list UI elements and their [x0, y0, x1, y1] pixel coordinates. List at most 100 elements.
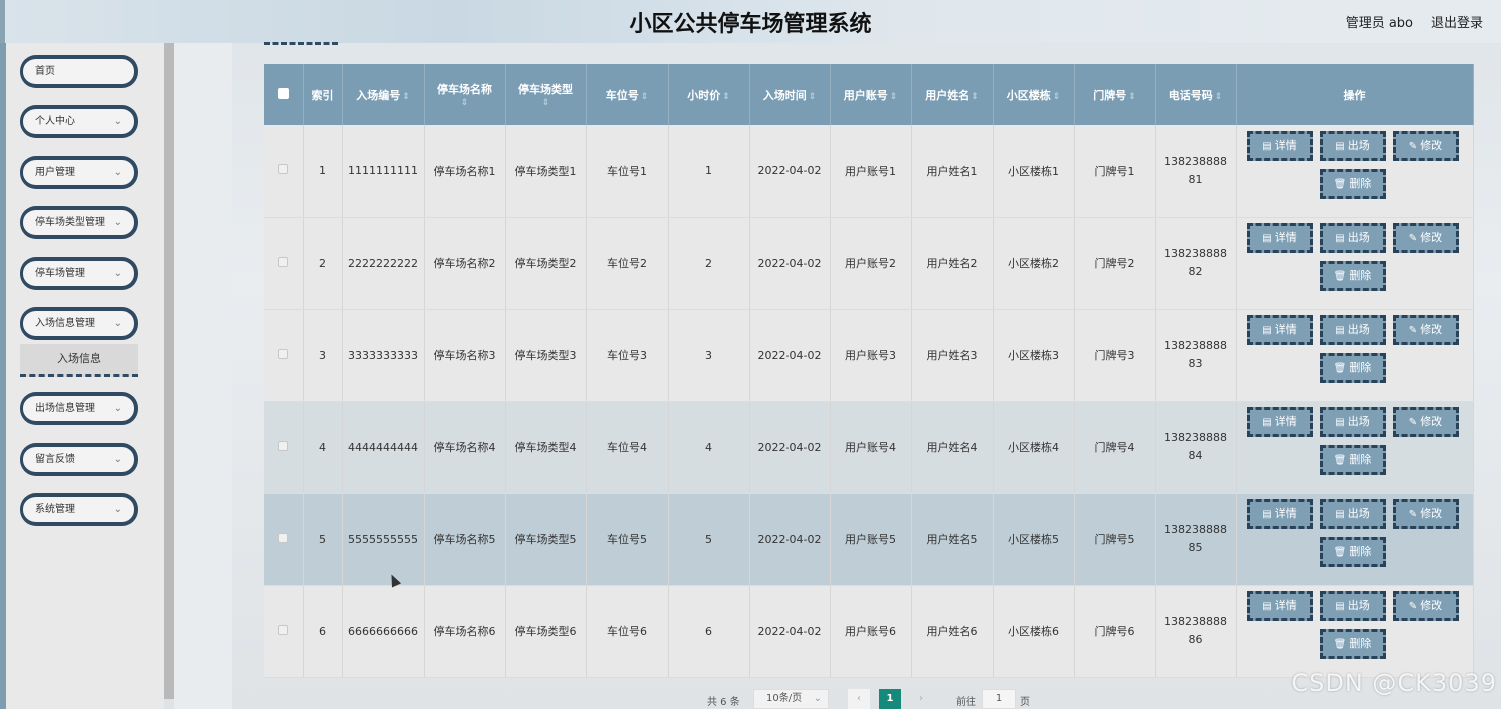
sidebar-item-7[interactable]: 留言反馈 ⌄: [20, 443, 138, 476]
sidebar-item-5[interactable]: 入场信息管理 ⌄: [20, 307, 138, 340]
col-header-building[interactable]: 小区楼栋 ⇕: [993, 64, 1075, 125]
select-all-checkbox[interactable]: [277, 87, 289, 99]
col-header-index: 索引: [303, 64, 343, 125]
row-checkbox[interactable]: [278, 348, 289, 359]
delete-button[interactable]: 🗑 删除: [1319, 353, 1386, 383]
sidebar-item-2[interactable]: 用户管理 ⌄: [20, 156, 138, 189]
sort-icon[interactable]: ⇕: [506, 97, 586, 109]
phone-line-1: 138238888: [1164, 615, 1227, 628]
exit-button[interactable]: ▤ 出场: [1319, 223, 1386, 253]
delete-button[interactable]: 🗑 删除: [1319, 445, 1386, 475]
edit-button[interactable]: ✎ 修改: [1392, 591, 1459, 621]
col-header-phone[interactable]: 电话号码 ⇕: [1155, 64, 1237, 125]
sort-icon[interactable]: ⇕: [402, 92, 410, 102]
prev-page-button[interactable]: ‹: [848, 689, 870, 709]
exit-button[interactable]: ▤ 出场: [1319, 407, 1386, 437]
sidebar-subitem-entry-info[interactable]: 入场信息: [20, 344, 138, 377]
col-header-lot-type[interactable]: 停车场类型 ⇕: [505, 64, 587, 125]
col-header-space[interactable]: 车位号 ⇕: [586, 64, 669, 125]
delete-button[interactable]: 🗑 删除: [1319, 168, 1386, 199]
sort-icon[interactable]: ⇕: [1053, 92, 1061, 102]
table-row[interactable]: 3 3333333333 停车场名称3 停车场类型3 车位号3 3 2022-04-02 用户…: [264, 309, 1474, 402]
edit-button[interactable]: ✎ 修改: [1392, 499, 1459, 529]
sort-icon[interactable]: ⇕: [425, 97, 505, 109]
col-header-lot-name[interactable]: 停车场名称 ⇕: [424, 64, 506, 125]
sort-icon[interactable]: ⇕: [809, 92, 817, 102]
top-dashed-divider: [264, 42, 338, 45]
sidebar-item-8[interactable]: 系统管理 ⌄: [20, 493, 138, 526]
table-row[interactable]: 2 2222222222 停车场名称2 停车场类型2 车位号2 2 2022-04-02 用户…: [264, 217, 1474, 310]
col-header-time[interactable]: 入场时间 ⇕: [749, 64, 831, 125]
detail-button[interactable]: ▤ 详情: [1246, 315, 1313, 345]
sort-icon[interactable]: ⇕: [1128, 92, 1136, 102]
sidebar-item-3[interactable]: 停车场类型管理 ⌄: [20, 206, 138, 239]
cell-time: 2022-04-02: [749, 309, 831, 402]
col-header-name[interactable]: 用户姓名 ⇕: [911, 64, 994, 125]
table-row[interactable]: 4 4444444444 停车场名称4 停车场类型4 车位号4 4 2022-04-02 用户…: [264, 401, 1474, 494]
row-checkbox[interactable]: [278, 624, 289, 635]
detail-button[interactable]: ▤ 详情: [1246, 591, 1313, 621]
phone-line-2: 82: [1188, 265, 1203, 278]
edit-button[interactable]: ✎ 修改: [1392, 130, 1459, 161]
edit-button[interactable]: ✎ 修改: [1392, 315, 1459, 345]
sort-icon[interactable]: ⇕: [971, 92, 979, 102]
next-page-button[interactable]: ›: [910, 689, 932, 709]
col-header-price[interactable]: 小时价 ⇕: [668, 64, 750, 125]
sidebar-item-6[interactable]: 出场信息管理 ⌄: [20, 392, 138, 425]
exit-button-label: 出场: [1347, 323, 1370, 336]
row-checkbox[interactable]: [278, 440, 289, 451]
detail-button[interactable]: ▤ 详情: [1246, 407, 1313, 437]
cell-entry-no: 2222222222: [342, 217, 425, 310]
cell-account: 用户账号2: [830, 217, 912, 310]
sidebar-item-4[interactable]: 停车场管理 ⌄: [20, 257, 138, 290]
sort-icon[interactable]: ⇕: [641, 92, 649, 102]
edit-button[interactable]: ✎ 修改: [1392, 223, 1459, 253]
table-row[interactable]: 1 1111111111 停车场名称1 停车场类型1 车位号1 1 2022-04-02 用户…: [264, 125, 1474, 218]
sort-icon[interactable]: ⇕: [722, 92, 730, 102]
col-header-entry-no[interactable]: 入场编号 ⇕: [342, 64, 425, 125]
page-1-button[interactable]: 1: [879, 689, 901, 709]
row-select-cell: [264, 585, 304, 678]
cell-lot-name: 停车场名称6: [424, 585, 506, 678]
edit-button-label: 修改: [1420, 507, 1443, 520]
edit-button-label: 修改: [1420, 231, 1443, 244]
document-icon: ▤: [1262, 417, 1272, 428]
goto-page-input[interactable]: 1: [982, 689, 1016, 709]
row-checkbox[interactable]: [278, 164, 289, 175]
exit-button[interactable]: ▤ 出场: [1319, 499, 1386, 529]
exit-button[interactable]: ▤ 出场: [1319, 591, 1386, 621]
cell-building: 小区楼栋3: [993, 309, 1075, 402]
exit-button[interactable]: ▤ 出场: [1319, 130, 1386, 161]
row-checkbox[interactable]: [278, 256, 289, 267]
delete-button[interactable]: 🗑 删除: [1319, 629, 1386, 659]
sidebar-item-0[interactable]: 首页: [20, 55, 138, 88]
table-row[interactable]: 6 6666666666 停车场名称6 停车场类型6 车位号6 6 2022-04-02 用户…: [264, 585, 1474, 678]
cell-actions: ▤ 详情 ▤ 出场 ✎ 修改 🗑 删除: [1236, 217, 1474, 310]
sort-icon[interactable]: ⇕: [1215, 92, 1223, 102]
sort-icon[interactable]: ⇕: [890, 92, 898, 102]
table-row[interactable]: 5 5555555555 停车场名称5 停车场类型5 车位号5 5 2022-04-02 用户…: [264, 493, 1474, 586]
sidebar-scrollbar[interactable]: [164, 43, 174, 699]
detail-button-label: 详情: [1274, 507, 1297, 520]
cell-name: 用户姓名6: [911, 585, 994, 678]
detail-button[interactable]: ▤ 详情: [1246, 499, 1313, 529]
row-checkbox[interactable]: [278, 532, 289, 543]
col-header-door[interactable]: 门牌号 ⇕: [1074, 64, 1156, 125]
delete-button[interactable]: 🗑 删除: [1319, 537, 1386, 567]
exit-button[interactable]: ▤ 出场: [1319, 315, 1386, 345]
sidebar-item-1[interactable]: 个人中心 ⌄: [20, 105, 138, 138]
sidebar-item-label: 系统管理: [35, 504, 75, 515]
document-icon: ▤: [1262, 601, 1272, 612]
edit-button[interactable]: ✎ 修改: [1392, 407, 1459, 437]
sidebar-gap: [174, 43, 232, 709]
pencil-icon: ✎: [1408, 325, 1418, 336]
detail-button[interactable]: ▤ 详情: [1246, 223, 1313, 253]
col-header-account[interactable]: 用户账号 ⇕: [830, 64, 912, 125]
phone-line-1: 138238888: [1164, 154, 1227, 168]
logout-link[interactable]: 退出登录: [1431, 12, 1483, 31]
detail-button[interactable]: ▤ 详情: [1246, 130, 1313, 161]
cell-lot-type: 停车场类型4: [505, 401, 587, 494]
delete-button[interactable]: 🗑 删除: [1319, 261, 1386, 291]
page-size-select[interactable]: 10条/页 ⌄: [753, 689, 829, 709]
cell-account: 用户账号4: [830, 401, 912, 494]
